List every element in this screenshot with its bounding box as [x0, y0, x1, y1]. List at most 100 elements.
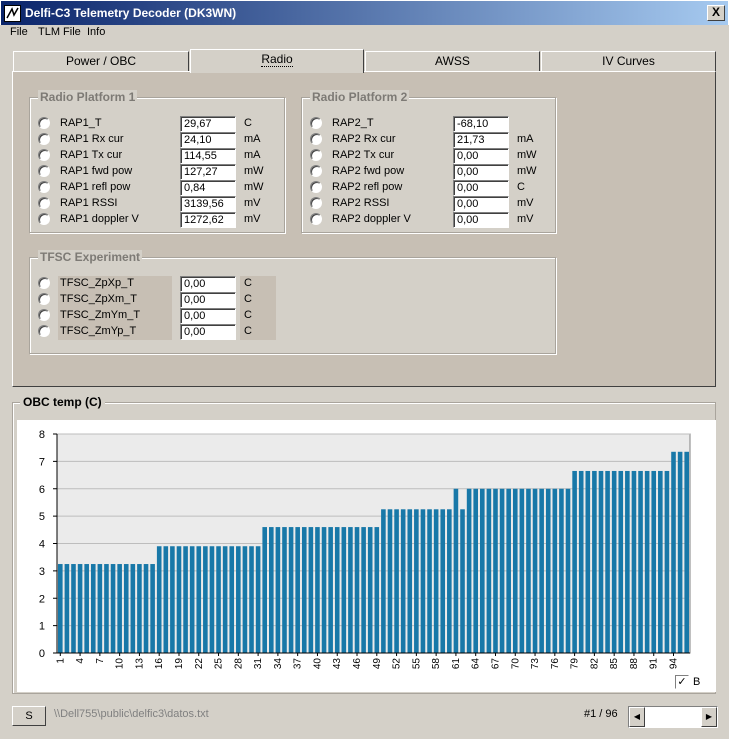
rp1-label: RAP1 Tx cur	[60, 149, 123, 161]
rp1-unit: mA	[244, 149, 261, 161]
tfsc-radio[interactable]	[38, 293, 50, 305]
window-title: Delfi-C3 Telemetry Decoder (DK3WN)	[25, 6, 237, 20]
record-scrollbar[interactable]: ◀ ▶	[628, 706, 718, 728]
rp2-value-field[interactable]: -68,10	[453, 116, 509, 132]
tab-iv-curves[interactable]: IV Curves	[541, 51, 716, 71]
bar	[618, 470, 624, 653]
rp2-value-field[interactable]: 0,00	[453, 148, 509, 164]
bar	[453, 488, 459, 653]
rp2-radio[interactable]	[310, 197, 322, 209]
bar	[506, 488, 511, 653]
scroll-right-button[interactable]: ▶	[701, 707, 717, 727]
rp2-value-field[interactable]: 0,00	[453, 180, 509, 196]
rp1-value-field[interactable]: 1272,62	[180, 212, 236, 228]
rp1-radio[interactable]	[38, 117, 50, 129]
tfsc-value-field[interactable]: 0,00	[180, 324, 236, 340]
x-tick-label: 85	[609, 658, 620, 670]
rp2-radio[interactable]	[310, 181, 322, 193]
bar	[447, 509, 452, 653]
rp2-radio[interactable]	[310, 165, 322, 177]
tab-awss[interactable]: AWSS	[365, 51, 540, 71]
menu-info[interactable]: Info	[87, 26, 105, 38]
close-button[interactable]: X	[707, 5, 725, 21]
bar	[77, 564, 83, 653]
tfsc-radio[interactable]	[38, 309, 50, 321]
rp2-radio[interactable]	[310, 149, 322, 161]
rp2-radio[interactable]	[310, 213, 322, 225]
bar	[671, 451, 676, 653]
bar	[539, 488, 544, 653]
bar	[625, 470, 630, 653]
rp2-value-field[interactable]: 0,00	[453, 196, 509, 212]
rp1-value-field[interactable]: 0,84	[180, 180, 236, 196]
tfsc-value-field[interactable]: 0,00	[180, 292, 236, 308]
bar	[123, 564, 129, 653]
tfsc-radio[interactable]	[38, 325, 50, 337]
bar	[552, 488, 558, 653]
rp1-value-field[interactable]: 29,67	[180, 116, 236, 132]
rp1-radio[interactable]	[38, 181, 50, 193]
x-tick-label: 25	[214, 658, 225, 670]
x-tick-label: 64	[471, 658, 482, 670]
rp2-unit: mV	[517, 197, 534, 209]
tab-power-obc[interactable]: Power / OBC	[13, 51, 189, 71]
rp1-radio[interactable]	[38, 213, 50, 225]
rp1-radio[interactable]	[38, 149, 50, 161]
tfsc-value-field[interactable]: 0,00	[180, 308, 236, 324]
bar	[466, 488, 472, 653]
rp1-radio[interactable]	[38, 133, 50, 145]
rp2-value-field[interactable]: 0,00	[453, 164, 509, 180]
x-tick-label: 58	[431, 658, 442, 670]
rp1-unit: mV	[244, 213, 261, 225]
bar	[486, 488, 492, 653]
tab-radio[interactable]: Radio	[190, 49, 364, 73]
bar	[545, 488, 551, 653]
bar	[328, 527, 333, 653]
rp1-value-field[interactable]: 24,10	[180, 132, 236, 148]
menu-file[interactable]: File	[10, 26, 28, 38]
menu-tlm-file[interactable]: TLM File	[38, 26, 81, 38]
tfsc-unit: C	[244, 293, 252, 305]
rp1-unit: mW	[244, 181, 264, 193]
app-icon	[4, 5, 21, 22]
bar	[341, 527, 347, 653]
rp2-unit: mW	[517, 165, 537, 177]
rp1-label: RAP1_T	[60, 117, 102, 129]
bar	[433, 509, 439, 653]
chart-title: OBC temp (C)	[20, 395, 105, 409]
rp2-value-field[interactable]: 0,00	[453, 212, 509, 228]
bar	[104, 564, 109, 653]
bar	[585, 470, 591, 653]
tfsc-value-field[interactable]: 0,00	[180, 276, 236, 292]
x-tick-label: 13	[134, 658, 145, 670]
y-tick-label: 4	[39, 539, 45, 551]
rp2-radio[interactable]	[310, 133, 322, 145]
scroll-left-button[interactable]: ◀	[629, 707, 645, 727]
rp1-value-field[interactable]: 127,27	[180, 164, 236, 180]
bar	[209, 546, 215, 653]
rp1-radio[interactable]	[38, 197, 50, 209]
bar	[374, 527, 380, 653]
bar	[658, 470, 663, 653]
rp1-value-field[interactable]: 114,55	[180, 148, 236, 164]
bar	[216, 546, 221, 653]
rp1-label: RAP1 Rx cur	[60, 133, 124, 145]
tfsc-radio[interactable]	[38, 277, 50, 289]
bar	[367, 527, 373, 653]
x-tick-label: 4	[75, 658, 86, 664]
rp2-value-field[interactable]: 21,73	[453, 132, 509, 148]
bar	[189, 546, 195, 653]
s-button[interactable]: S	[12, 706, 46, 726]
tfsc-experiment-title: TFSC Experiment	[38, 250, 143, 264]
radio-platform-1-title: Radio Platform 1	[38, 90, 138, 104]
legend-checkbox[interactable]: ✓	[675, 675, 689, 689]
x-tick-label: 40	[312, 658, 323, 670]
bar	[58, 564, 63, 653]
legend-label: B	[693, 676, 701, 688]
rp1-radio[interactable]	[38, 165, 50, 177]
file-path: \\Dell755\public\delfic3\datos.txt	[54, 708, 209, 720]
bar	[269, 527, 274, 653]
rp2-radio[interactable]	[310, 117, 322, 129]
rp1-label: RAP1 fwd pow	[60, 165, 133, 177]
rp1-value-field[interactable]: 3139,56	[180, 196, 236, 212]
